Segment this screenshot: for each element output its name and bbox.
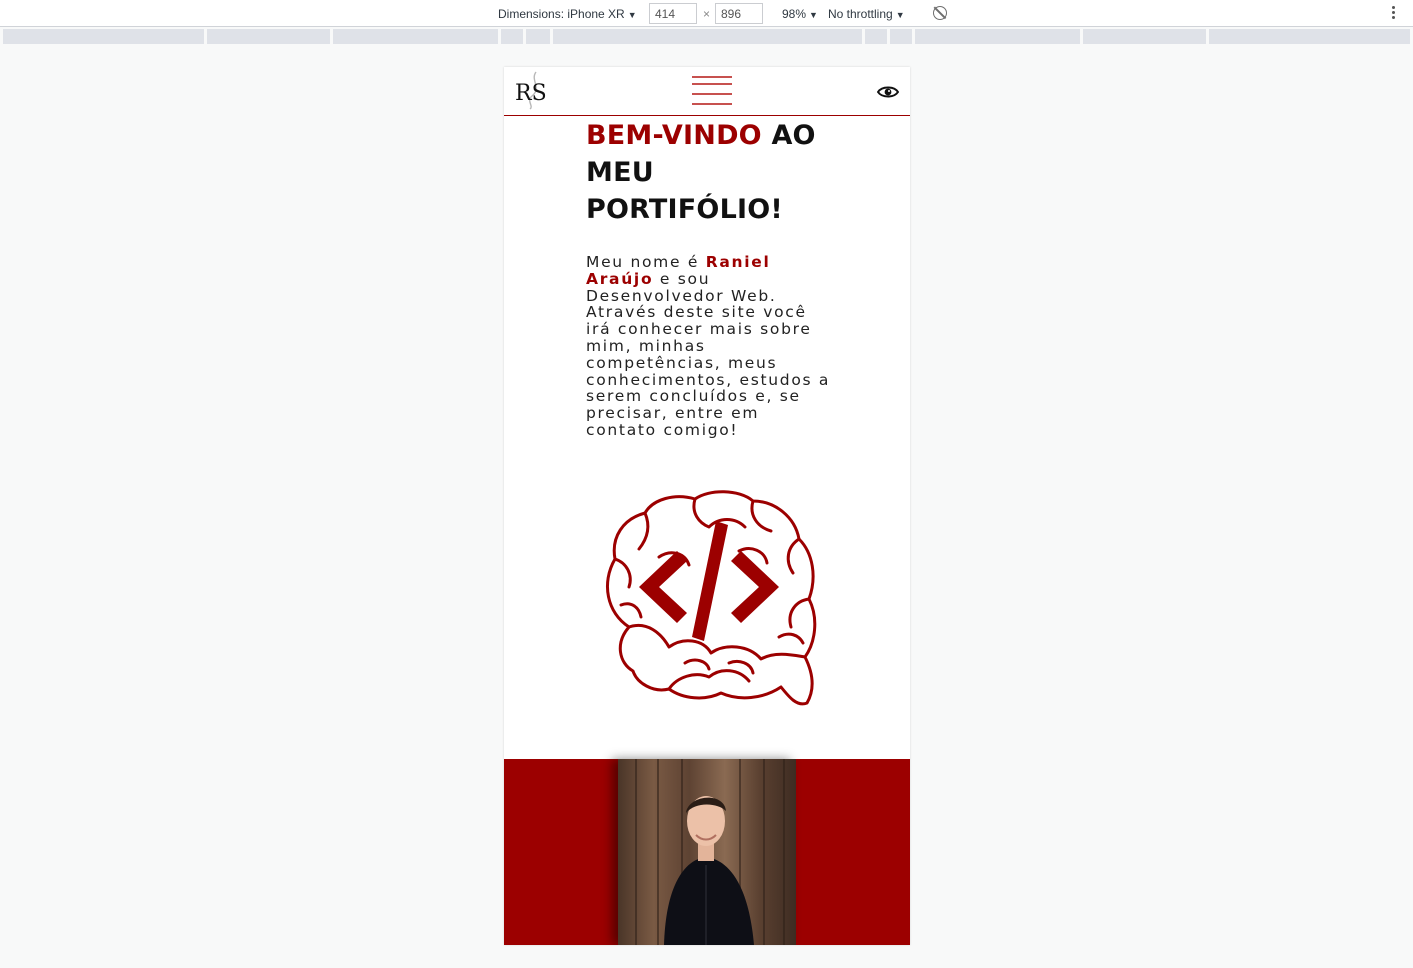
logo-text: RS [515,81,547,106]
hero-title: BEM-VINDO AO MEU PORTIFÓLIO! [586,117,846,228]
media-query-segment[interactable] [333,29,498,44]
zoom-label: 98% [782,7,807,21]
site-logo[interactable]: RS [514,70,548,110]
hero-intro: Meu nome é Raniel Araújo e sou Desenvolv… [586,254,831,439]
media-query-segment[interactable] [553,29,862,44]
device-selector-label: Dimensions: iPhone XR [498,7,625,21]
media-query-segment[interactable] [890,29,912,44]
media-query-segment[interactable] [3,29,204,44]
throttling-selector[interactable]: No throttling ▼ [828,7,905,21]
chevron-down-icon: ▼ [895,10,905,20]
device-selector[interactable]: Dimensions: iPhone XR ▼ [498,7,637,21]
chevron-down-icon: ▼ [809,10,818,20]
media-query-bar [3,29,1410,44]
times-symbol: × [703,7,711,21]
eye-icon[interactable] [877,84,899,100]
about-section [504,759,910,945]
media-query-segment[interactable] [865,29,887,44]
brain-code-illustration [606,490,817,706]
profile-photo [618,759,796,945]
media-query-segment[interactable] [1083,29,1206,44]
media-query-segment[interactable] [915,29,1080,44]
media-query-segment[interactable] [526,29,550,44]
zoom-selector[interactable]: 98% ▼ [782,7,818,21]
intro-text-end: e sou Desenvolvedor Web. Através deste s… [586,269,831,439]
rotate-icon[interactable] [933,6,947,20]
site-navbar: RS [504,67,910,116]
menu-hamburger-icon[interactable] [692,76,732,105]
width-input[interactable]: 414 [649,3,697,24]
more-options-icon[interactable] [1392,6,1396,21]
height-input[interactable]: 896 [715,3,763,24]
media-query-segment[interactable] [501,29,523,44]
chevron-down-icon: ▼ [627,10,637,20]
media-query-segment[interactable] [1209,29,1410,44]
intro-text-start: Meu nome é [586,253,706,271]
media-query-segment[interactable] [207,29,330,44]
devtools-device-toolbar: Dimensions: iPhone XR ▼ 414 × 896 98% ▼ No… [0,0,1413,27]
throttling-label: No throttling [828,7,893,21]
hero-title-accent: BEM-VINDO [586,120,762,151]
device-viewport: RS BEM-VINDO AO MEU PORTIFÓLIO! Meu nome… [504,67,910,945]
